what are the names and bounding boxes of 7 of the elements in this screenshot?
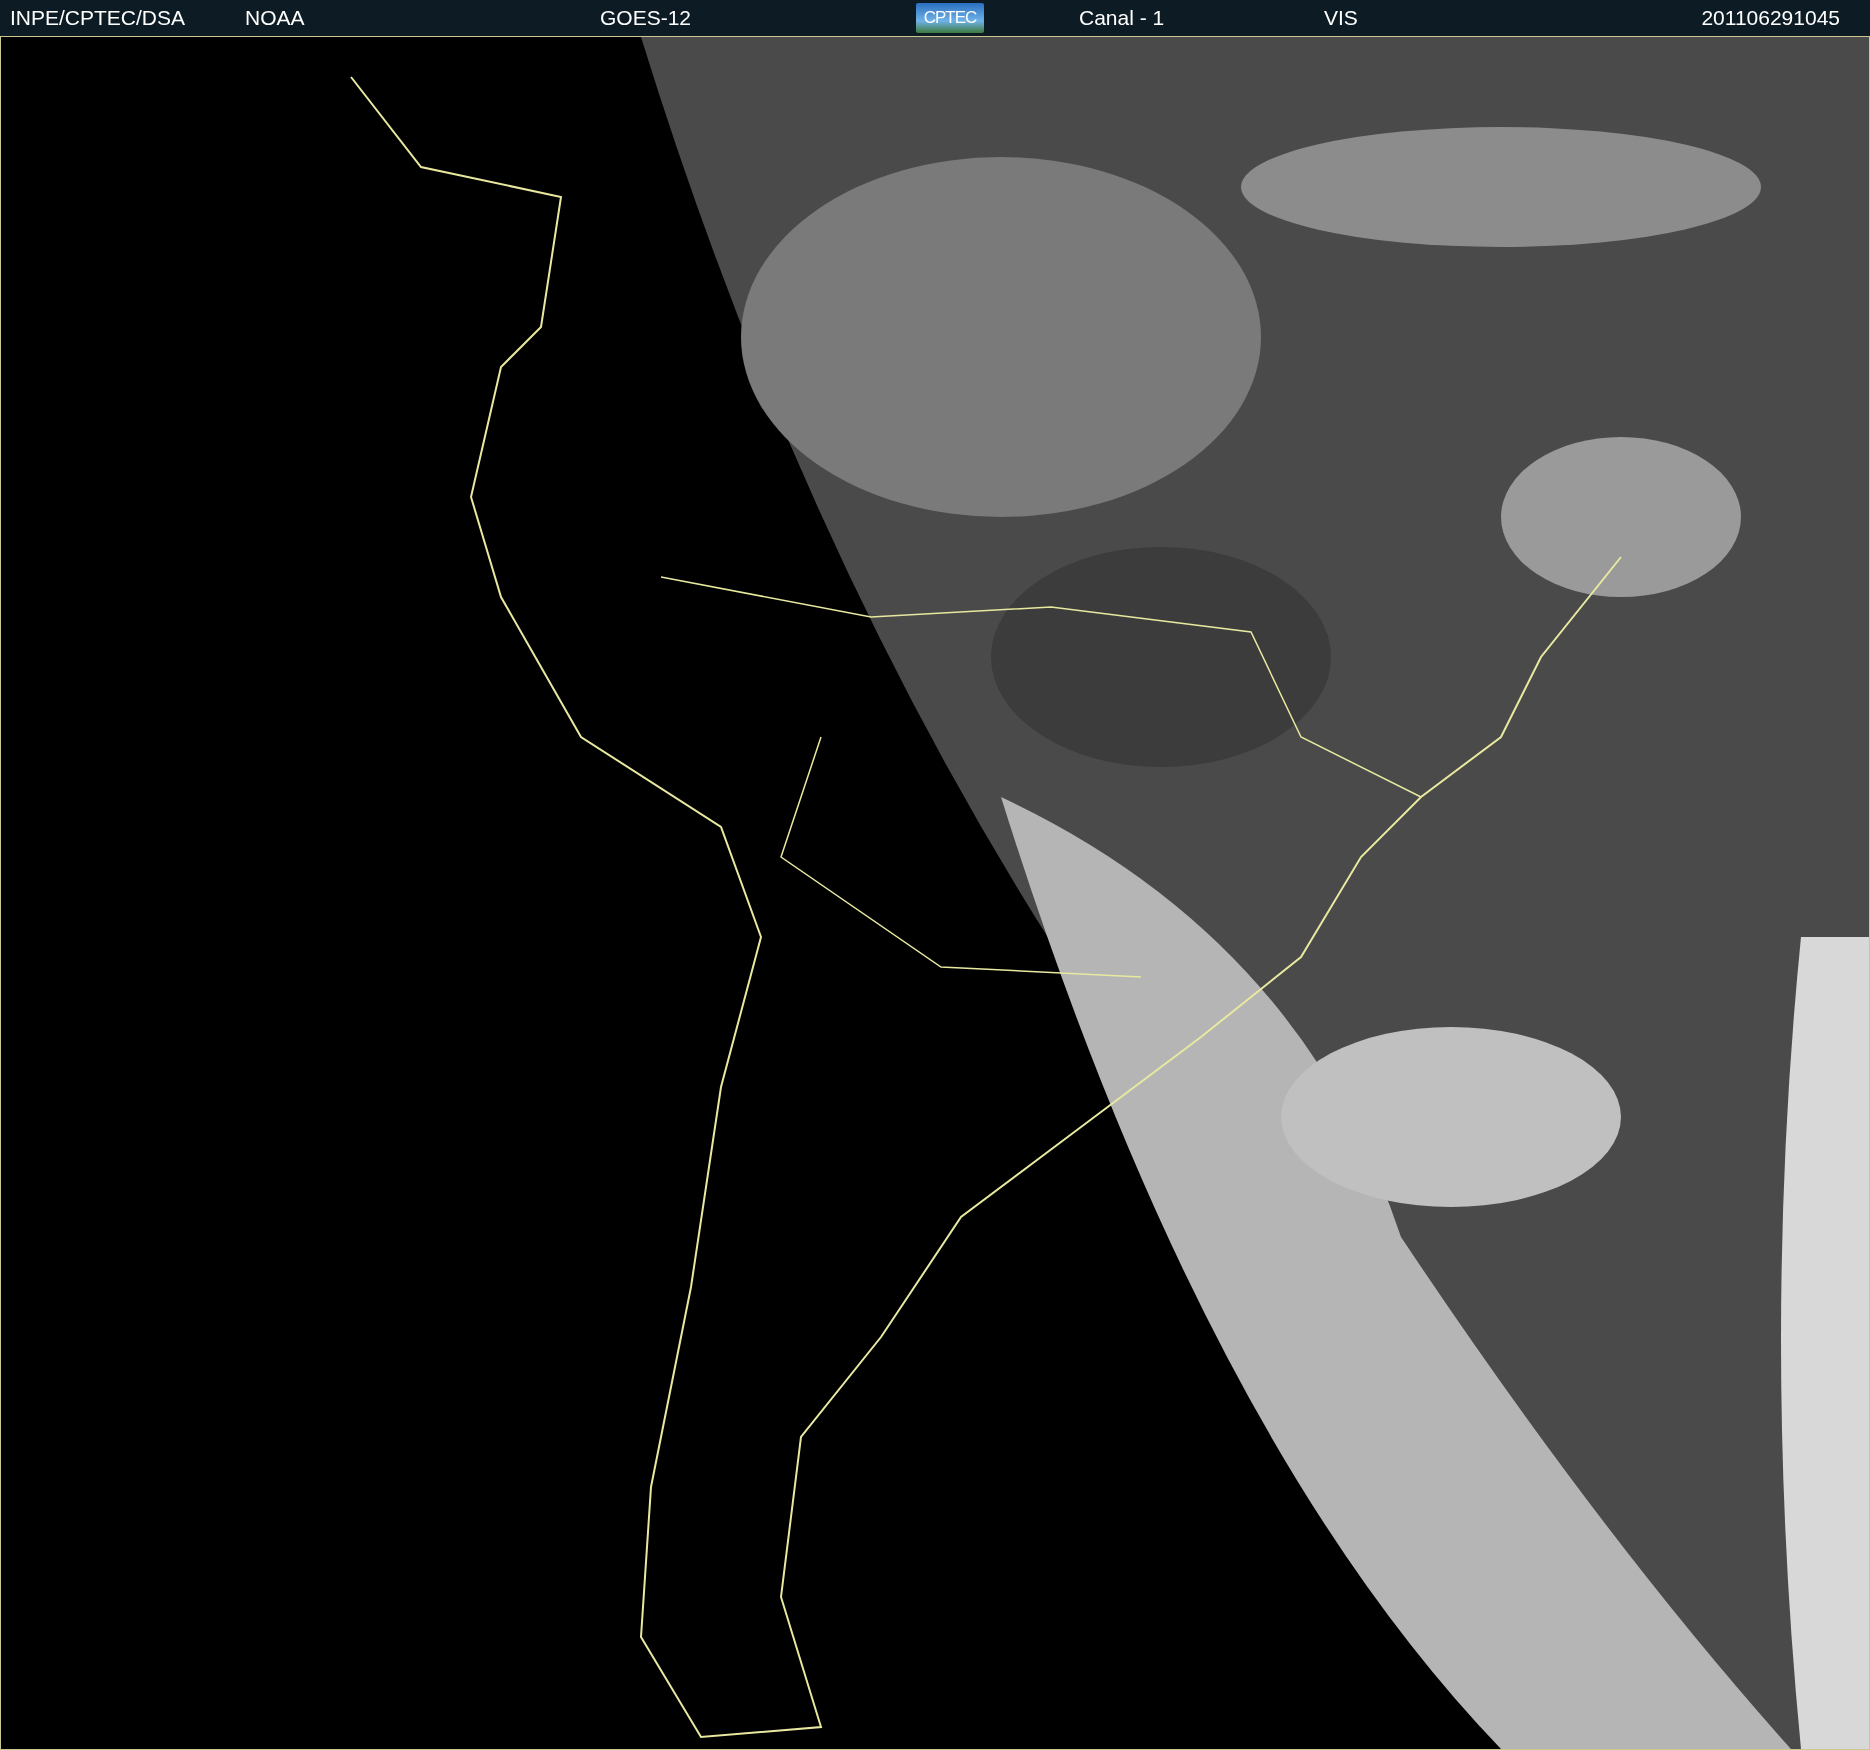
header-label: NOAA xyxy=(245,6,305,29)
header-label: INPE/CPTEC/DSA xyxy=(10,6,186,29)
header-label: Canal - 1 xyxy=(1079,6,1165,29)
header-label: VIS xyxy=(1324,6,1358,29)
header-label: 201106291045 xyxy=(1701,6,1840,29)
header-label: GOES-12 xyxy=(600,6,692,29)
logo: CPTEC xyxy=(916,3,984,33)
